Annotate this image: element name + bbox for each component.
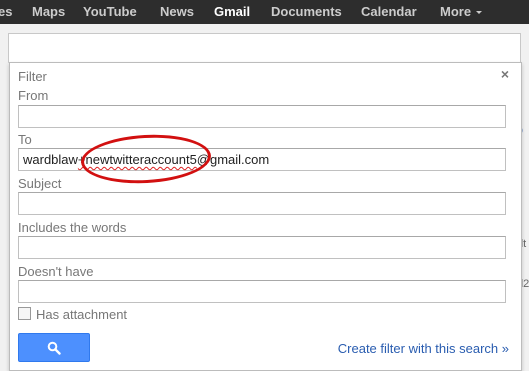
gbar-item-gmail[interactable]: Gmail (214, 4, 250, 22)
search-box-background[interactable] (8, 33, 521, 63)
gbar-item-images[interactable]: es (0, 4, 12, 22)
doesnt-have-label: Doesn't have (18, 264, 94, 279)
includes-words-field[interactable] (18, 236, 506, 259)
filter-panel: Filter × From To wardblaw+newtwitteracco… (9, 62, 522, 371)
doesnt-have-field[interactable] (18, 280, 506, 303)
subject-label: Subject (18, 176, 62, 191)
has-attachment-label: Has attachment (36, 307, 128, 322)
close-icon[interactable]: × (501, 66, 509, 82)
to-field[interactable] (18, 148, 506, 171)
google-bar: es Maps YouTube News Gmail Documents Cal… (0, 0, 529, 24)
gbar-item-news[interactable]: News (160, 4, 194, 22)
gbar-item-maps[interactable]: Maps (32, 4, 65, 22)
gbar-item-more[interactable]: More (440, 4, 483, 22)
from-label: From (18, 88, 49, 103)
gbar-item-documents[interactable]: Documents (271, 4, 342, 22)
includes-label: Includes the words (18, 220, 127, 235)
gbar-item-calendar[interactable]: Calendar (361, 4, 417, 22)
from-field[interactable] (18, 105, 506, 128)
subject-field[interactable] (18, 192, 506, 215)
has-attachment-checkbox[interactable] (18, 307, 31, 320)
gbar-more-label: More (440, 4, 472, 19)
create-filter-link[interactable]: Create filter with this search » (338, 341, 509, 356)
to-label: To (18, 132, 32, 147)
panel-title: Filter (18, 69, 47, 84)
search-button[interactable] (18, 333, 90, 362)
chevron-down-icon (476, 11, 483, 15)
gbar-item-youtube[interactable]: YouTube (83, 4, 137, 22)
search-icon (47, 341, 61, 355)
